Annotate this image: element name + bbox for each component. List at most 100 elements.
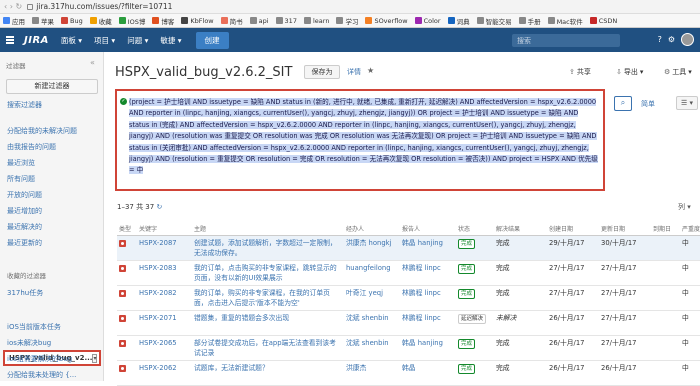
issue-assignee[interactable]: 沈斌 shenbin <box>346 339 389 347</box>
bookmark-item[interactable]: api <box>249 17 269 25</box>
nav-dashboards[interactable]: 面板 ▾ <box>61 35 82 46</box>
bookmark-item[interactable]: Mac软件 <box>547 16 583 26</box>
column-header[interactable]: 更新日期 <box>599 222 651 236</box>
collapse-sidebar-icon[interactable]: « <box>90 58 95 67</box>
bookmark-item[interactable]: 智能交易 <box>476 16 512 26</box>
details-link[interactable]: 详情 <box>347 67 361 77</box>
share-button[interactable]: ⇪ 共享 <box>569 67 591 77</box>
jql-query-box[interactable]: ✓ (project = 护士培训 AND issuetype = 缺陷 AND… <box>115 89 605 191</box>
issue-reporter[interactable]: 林鹏程 linpc <box>402 264 441 272</box>
column-header[interactable]: 报告人 <box>400 222 456 236</box>
bookmark-item[interactable]: SOverflow <box>365 17 408 25</box>
save-as-button[interactable]: 保存为 <box>304 65 340 79</box>
favorite-star-icon[interactable]: ★ <box>367 66 374 75</box>
back-forward-icon[interactable]: ‹ › ↻ <box>4 2 22 11</box>
refresh-icon[interactable]: ↻ <box>156 203 162 211</box>
nav-issues[interactable]: 问题 ▾ <box>127 35 148 46</box>
issue-reporter[interactable]: 韩晶 hanjing <box>402 339 443 347</box>
help-icon[interactable]: ? <box>658 35 662 44</box>
column-header[interactable]: 创建日期 <box>547 222 599 236</box>
issue-assignee[interactable]: 洪康杰 <box>346 364 366 372</box>
sidebar-link-reported-by-me[interactable]: 由我报告的问题 <box>7 142 56 152</box>
issue-key[interactable]: HSPX-2065 <box>139 339 177 347</box>
search-input[interactable]: 搜索 <box>512 34 620 47</box>
issue-key[interactable]: HSPX-2087 <box>139 239 177 247</box>
sidebar-link-resolved-recently[interactable]: 最近解决的 <box>7 222 42 232</box>
issue-summary[interactable]: 试题库，无法新建试题？ <box>194 364 269 372</box>
column-header[interactable]: 解决结果 <box>494 222 547 236</box>
bookmark-item[interactable]: 博客 <box>152 16 174 26</box>
filter-options-dropdown[interactable]: ▾ <box>92 353 98 363</box>
issue-reporter[interactable]: 韩晶 <box>402 364 416 372</box>
bookmark-item[interactable]: Bug <box>61 17 83 25</box>
column-header[interactable]: 严重度 <box>680 222 700 236</box>
issue-summary[interactable]: 我的订单，购买的非专家课程，在我的订单页面，点击进入后提示'版本不能为空' <box>194 289 330 307</box>
issue-summary[interactable]: 我的订单，点击购买的非专家课程，跳转显示的页面，没有以新的UI效果展示 <box>194 264 337 282</box>
tools-button[interactable]: ⚙ 工具 ▾ <box>664 67 692 77</box>
new-filter-button[interactable]: 新建过滤器 <box>6 79 98 94</box>
bookmark-item[interactable]: learn <box>303 17 329 25</box>
bookmark-item[interactable]: CSDN <box>589 17 617 25</box>
favorite-filter-ios-unresolved[interactable]: ios未解决bug <box>7 338 51 348</box>
sidebar-link-search-filters[interactable]: 搜索过滤器 <box>7 100 42 110</box>
nav-agile[interactable]: 敏捷 ▾ <box>160 35 181 46</box>
create-button[interactable]: 创建 <box>195 31 229 49</box>
issue-assignee[interactable]: huangfeilong <box>346 264 391 272</box>
sidebar-link-added-recently[interactable]: 最近增加的 <box>7 206 42 216</box>
bookmark-item[interactable]: 苹果 <box>32 16 54 26</box>
issue-summary[interactable]: 创建试题，添加试题解析，字数超过一定限制，无法成功保存。 <box>194 239 337 257</box>
table-row[interactable]: HSPX-2082 我的订单，购买的非专家课程，在我的订单页面，点击进入后提示'版… <box>117 285 700 311</box>
favorite-filter-317hu[interactable]: 317hu任务 <box>7 288 43 298</box>
settings-icon[interactable]: ⚙ <box>668 35 675 44</box>
table-row[interactable]: HSPX-2087 创建试题，添加试题解析，字数超过一定限制，无法成功保存。 洪康杰… <box>117 235 700 261</box>
sidebar-link-recently-viewed[interactable]: 最近浏览 <box>7 158 35 168</box>
column-header[interactable]: 状态 <box>456 222 494 236</box>
jira-logo[interactable]: JIRA <box>24 35 49 46</box>
bookmark-item[interactable]: 收藏 <box>89 16 112 26</box>
sidebar-link-my-open-issues[interactable]: 分配给我的未解决问题 <box>7 126 77 136</box>
url-text[interactable]: jira.317hu.com/issues/?filter=10711 <box>36 2 172 11</box>
column-header[interactable]: 类型 <box>117 222 137 236</box>
favorite-filter-assigned-unhandled[interactable]: 分配给我未处理的 {... <box>7 370 76 380</box>
issue-key[interactable]: HSPX-2083 <box>139 264 177 272</box>
user-avatar[interactable] <box>681 33 694 46</box>
table-row[interactable]: HSPX-2071 错题集，重复的错题会多次出现 沈斌 shenbin 林鹏程 lin… <box>117 310 700 336</box>
bookmark-item[interactable]: 学习 <box>336 16 358 26</box>
issue-assignee[interactable]: 叶奇江 yeqj <box>346 289 383 297</box>
issue-key[interactable]: HSPX-2062 <box>139 364 177 372</box>
bookmark-item[interactable]: Color <box>414 17 441 25</box>
issue-summary[interactable]: 部分试卷提交成功后，在app端无法查看到该考试记录 <box>194 339 336 357</box>
jql-query-text[interactable]: (project = 护士培训 AND issuetype = 缺陷 AND s… <box>129 98 598 175</box>
issue-reporter[interactable]: 林鹏程 linpc <box>402 289 441 297</box>
column-header[interactable]: 主题 <box>192 222 344 236</box>
bookmark-item[interactable]: 应用 <box>3 16 25 26</box>
bookmark-item[interactable]: 手册 <box>518 16 541 26</box>
favorite-filter-ios-current[interactable]: iOS当前版本任务 <box>7 322 61 332</box>
simple-search-link[interactable]: 简单 <box>641 99 655 109</box>
column-header[interactable]: 经办人 <box>344 222 400 236</box>
view-options-button[interactable]: ☰ ▾ <box>676 96 698 110</box>
issue-key[interactable]: HSPX-2082 <box>139 289 177 297</box>
favorite-filter-ios-team[interactable]: ios组需要解决的bug <box>7 354 72 364</box>
columns-button[interactable]: 列 ▾ <box>678 202 691 212</box>
browser-address-bar[interactable]: ‹ › ↻ jira.317hu.com/issues/?filter=1071… <box>0 0 700 14</box>
issue-key[interactable]: HSPX-2071 <box>139 314 177 322</box>
bookmark-item[interactable]: 317 <box>275 17 297 25</box>
issue-assignee[interactable]: 沈斌 shenbin <box>346 314 389 322</box>
table-row[interactable]: HSPX-2083 我的订单，点击购买的非专家课程，跳转显示的页面，没有以新的UI… <box>117 260 700 286</box>
table-row[interactable]: HSPX-2062 试题库，无法新建试题？ 洪康杰 韩晶 完成 完成 26/十月/17 26/… <box>117 360 700 386</box>
search-button[interactable]: ⌕ <box>614 96 632 111</box>
issue-reporter[interactable]: 林鹏程 linpc <box>402 314 441 322</box>
issue-assignee[interactable]: 洪康杰 hongkj <box>346 239 391 247</box>
bookmark-item[interactable]: 简书 <box>220 16 243 26</box>
sidebar-link-updated-recently[interactable]: 最近更新的 <box>7 238 42 248</box>
sidebar-link-all-issues[interactable]: 所有问题 <box>7 174 35 184</box>
column-header[interactable]: 到期日 <box>651 222 680 236</box>
bookmark-item[interactable]: IOS博 <box>118 16 145 26</box>
issue-reporter[interactable]: 韩晶 hanjing <box>402 239 443 247</box>
export-button[interactable]: ⇩ 导出 ▾ <box>616 67 643 77</box>
issue-summary[interactable]: 错题集，重复的错题会多次出现 <box>194 314 289 322</box>
sidebar-link-open-issues[interactable]: 开放的问题 <box>7 190 42 200</box>
bookmark-item[interactable]: KbFlow <box>181 17 214 25</box>
table-row[interactable]: HSPX-2065 部分试卷提交成功后，在app端无法查看到该考试记录 沈斌 she… <box>117 335 700 361</box>
